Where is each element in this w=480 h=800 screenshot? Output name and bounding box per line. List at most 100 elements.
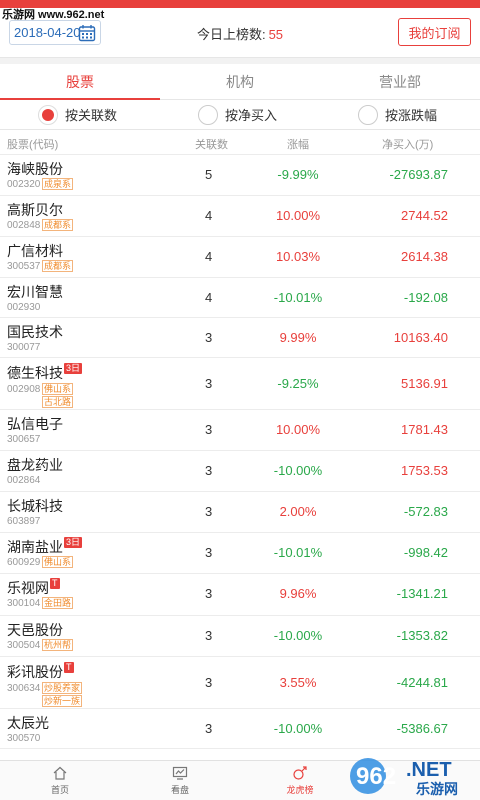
stock-name-text: 湖南盐业: [7, 539, 63, 555]
daily-count-label: 今日上榜数:: [196, 27, 266, 42]
stock-tag[interactable]: 佛山系: [42, 383, 74, 395]
stock-name: 盘龙药业: [7, 457, 63, 473]
table-row[interactable]: 国民技术 300077 3 9.99% 10163.40: [0, 318, 480, 358]
net-buy: 5136.91: [401, 376, 448, 391]
table-row[interactable]: 盘龙药业 002864 3 -10.00% 1753.53: [0, 451, 480, 492]
table-row[interactable]: 长城科技 603897 3 2.00% -572.83: [0, 492, 480, 533]
dragon-tiger-icon: [293, 766, 307, 780]
stock-name: 德生科技 3日: [7, 363, 83, 383]
stock-tag[interactable]: 炒股养家: [42, 682, 83, 694]
association-count: 3: [205, 545, 213, 560]
stock-code: 002908: [7, 384, 41, 395]
price-change: -9.25%: [277, 376, 319, 391]
table-row[interactable]: 天邑股份 300504 杭州帮 3 -10.00% -1353.82: [0, 616, 480, 657]
sort-by-change[interactable]: 按涨跌幅: [320, 100, 480, 129]
net-buy: -572.83: [403, 504, 448, 519]
nav-home[interactable]: 首页: [0, 761, 120, 800]
table-row[interactable]: 太辰光 300570 3 -10.00% -5386.67: [0, 709, 480, 749]
net-buy: 2614.38: [401, 249, 448, 264]
stock-code: 002930: [7, 302, 41, 313]
table-row[interactable]: 高斯贝尔 002848 成都系 4 10.00% 2744.52: [0, 196, 480, 237]
price-change: -10.00%: [273, 628, 323, 643]
my-subscription-button[interactable]: 我的订阅: [398, 18, 471, 46]
nav-label: 首页: [50, 785, 69, 795]
tab-institutions[interactable]: 机构: [160, 64, 320, 99]
col-count: 关联数: [195, 139, 228, 151]
t-badge: T: [64, 662, 74, 673]
stock-code: 300657: [7, 434, 41, 445]
price-change: 10.03%: [275, 249, 321, 264]
stock-name: 天邑股份: [7, 622, 63, 638]
table-row[interactable]: 德生科技 3日 002908 佛山系 古北路 3 -9.25% 5136.91: [0, 358, 480, 410]
home-icon: [53, 766, 67, 780]
tab-brokerages[interactable]: 营业部: [320, 64, 480, 99]
net-buy: 1781.43: [401, 422, 448, 437]
sort-label: 按涨跌幅: [385, 108, 438, 123]
price-change: 10.00%: [275, 208, 321, 223]
price-change: 3.55%: [279, 675, 317, 690]
tab-stocks[interactable]: 股票: [0, 64, 160, 100]
table-row[interactable]: 乐视网 T 300104 金田路 3 9.96% -1341.21: [0, 574, 480, 616]
stock-tag[interactable]: 炒新一族: [42, 695, 83, 707]
net-buy: 1753.53: [401, 463, 448, 478]
price-change: 9.99%: [279, 330, 317, 345]
net-buy: -5386.67: [396, 721, 448, 736]
price-change: -10.01%: [273, 545, 323, 560]
brand-logo-number: 962: [356, 763, 396, 790]
stock-tag[interactable]: 成都系: [42, 260, 74, 272]
price-change: 10.00%: [275, 422, 321, 437]
stock-code: 002320: [7, 179, 41, 190]
sort-by-association[interactable]: 按关联数: [0, 100, 160, 129]
stock-tag[interactable]: 成泉系: [42, 178, 74, 190]
category-tabs: 股票 机构 营业部: [0, 64, 480, 100]
table-row[interactable]: 湖南盐业 3日 600929 佛山系 3 -10.01% -998.42: [0, 533, 480, 574]
net-buy: 10163.40: [393, 330, 448, 345]
table-header: 股票(代码) 关联数 涨幅 净买入(万): [0, 131, 480, 155]
net-buy: -998.42: [403, 545, 448, 560]
net-buy: -1341.21: [396, 586, 448, 601]
table-row[interactable]: 海峡股份 002320 成泉系 5 -9.99% -27693.87: [0, 155, 480, 196]
sort-label: 按关联数: [65, 108, 118, 123]
radio-checked-icon[interactable]: [38, 104, 58, 125]
stock-tag[interactable]: 杭州帮: [42, 639, 74, 651]
association-count: 4: [205, 249, 213, 264]
association-count: 3: [205, 463, 213, 478]
stock-code: 300077: [7, 342, 41, 353]
streak-badge: 3日: [64, 363, 83, 374]
nav-label: 看盘: [170, 785, 189, 795]
stock-code: 300104: [7, 598, 41, 609]
nav-label: 龙虎榜: [286, 785, 314, 795]
stock-code: 600929: [7, 557, 41, 568]
nav-market[interactable]: 看盘: [120, 761, 240, 800]
stock-code: 300634: [7, 683, 41, 694]
association-count: 3: [205, 376, 213, 391]
stock-code: 002864: [7, 475, 41, 486]
brand-logo-sub: 乐游网: [416, 781, 458, 798]
stock-tag[interactable]: 古北路: [42, 396, 74, 408]
association-count: 3: [205, 628, 213, 643]
stock-code: 300537: [7, 261, 41, 272]
stock-code: 300570: [7, 733, 41, 744]
radio-unchecked-icon[interactable]: [198, 104, 218, 125]
net-buy: -1353.82: [396, 628, 448, 643]
stock-name: 弘信电子: [7, 416, 63, 432]
net-buy: -27693.87: [389, 167, 448, 182]
price-change: 2.00%: [279, 504, 317, 519]
stock-tag[interactable]: 佛山系: [42, 556, 74, 568]
stock-code: 603897: [7, 516, 41, 527]
association-count: 5: [205, 167, 213, 182]
radio-unchecked-icon[interactable]: [358, 104, 378, 125]
association-count: 3: [205, 330, 213, 345]
price-change: -9.99%: [277, 167, 319, 182]
stock-table: 海峡股份 002320 成泉系 5 -9.99% -27693.87 高斯贝尔 …: [0, 155, 480, 749]
stock-tag[interactable]: 成都系: [42, 219, 74, 231]
table-row[interactable]: 广信材料 300537 成都系 4 10.03% 2614.38: [0, 237, 480, 278]
table-row[interactable]: 宏川智慧 002930 4 -10.01% -192.08: [0, 278, 480, 318]
stock-tag[interactable]: 金田路: [42, 597, 74, 609]
table-row[interactable]: 弘信电子 300657 3 10.00% 1781.43: [0, 410, 480, 451]
stock-name-text: 乐视网: [7, 580, 49, 596]
table-row[interactable]: 彩讯股份 T 300634 炒股养家 炒新一族 3 3.55% -4244.81: [0, 657, 480, 709]
t-badge: T: [50, 578, 60, 589]
col-net: 净买入(万): [382, 139, 434, 151]
sort-by-net-buy[interactable]: 按净买入: [160, 100, 320, 129]
